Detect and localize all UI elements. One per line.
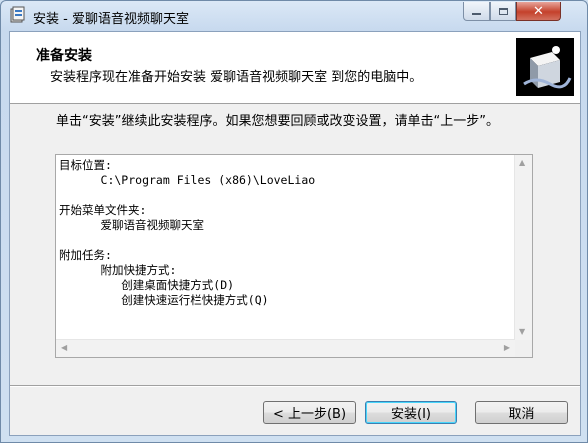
settings-summary-memo[interactable]: 目标位置: C:\Program Files (x86)\LoveLiao 开始…: [55, 154, 533, 358]
memo-line: [59, 188, 515, 203]
maximize-button[interactable]: [490, 2, 516, 21]
minimize-button[interactable]: [463, 2, 490, 21]
installer-app-icon: [10, 6, 25, 23]
footer-separator: [10, 385, 580, 387]
window-title: 安装 - 爱聊语音视频聊天室: [33, 12, 189, 27]
title-bar[interactable]: 安装 - 爱聊语音视频聊天室 ✕: [1, 1, 587, 31]
client-area: 准备安装 安装程序现在准备开始安装 爱聊语音视频聊天室 到您的电脑中。 单击“安…: [9, 31, 581, 436]
memo-line: 附加快捷方式:: [59, 263, 177, 277]
cancel-button[interactable]: 取消: [475, 401, 568, 424]
minimize-icon: [472, 13, 481, 15]
memo-line: [59, 233, 515, 248]
memo-line: 爱聊语音视频聊天室: [59, 218, 205, 232]
install-button[interactable]: 安装(I): [365, 401, 457, 424]
wizard-header: 准备安装 安装程序现在准备开始安装 爱聊语音视频聊天室 到您的电脑中。: [10, 32, 580, 104]
scroll-up-icon[interactable]: ▲: [519, 159, 525, 167]
page-title: 准备安装: [36, 48, 92, 64]
page-subtitle: 安装程序现在准备开始安装 爱聊语音视频聊天室 到您的电脑中。: [50, 70, 423, 85]
scroll-right-icon[interactable]: ▶: [504, 344, 510, 352]
memo-line: C:\Program Files (x86)\LoveLiao: [59, 173, 316, 187]
memo-line: 创建快速运行栏快捷方式(Q): [59, 293, 269, 307]
memo-line: 目标位置:: [59, 158, 112, 172]
memo-line: 附加任务:: [59, 248, 112, 262]
back-button[interactable]: < 上一步(B): [263, 401, 356, 424]
close-icon: ✕: [533, 3, 544, 19]
close-button[interactable]: ✕: [516, 2, 561, 21]
scroll-left-icon[interactable]: ◀: [61, 344, 67, 352]
horizontal-scrollbar[interactable]: ◀ ▶: [56, 339, 515, 357]
instruction-text: 单击“安装”继续此安装程序。如果您想要回顾或改变设置，请单击“上一步”。: [56, 114, 499, 129]
wizard-logo-image: [516, 38, 574, 96]
memo-line: 开始菜单文件夹:: [59, 203, 147, 217]
installer-window: 安装 - 爱聊语音视频聊天室 ✕ 准备安装 安装程序现在准备开始安装 爱聊语音视…: [0, 0, 588, 443]
vertical-scrollbar[interactable]: ▲ ▼: [514, 155, 532, 340]
scroll-corner: [515, 340, 532, 357]
maximize-icon: [498, 7, 508, 15]
memo-line: 创建桌面快捷方式(D): [59, 278, 235, 292]
scroll-down-icon[interactable]: ▼: [519, 328, 525, 336]
memo-text: 目标位置: C:\Program Files (x86)\LoveLiao 开始…: [59, 158, 515, 338]
